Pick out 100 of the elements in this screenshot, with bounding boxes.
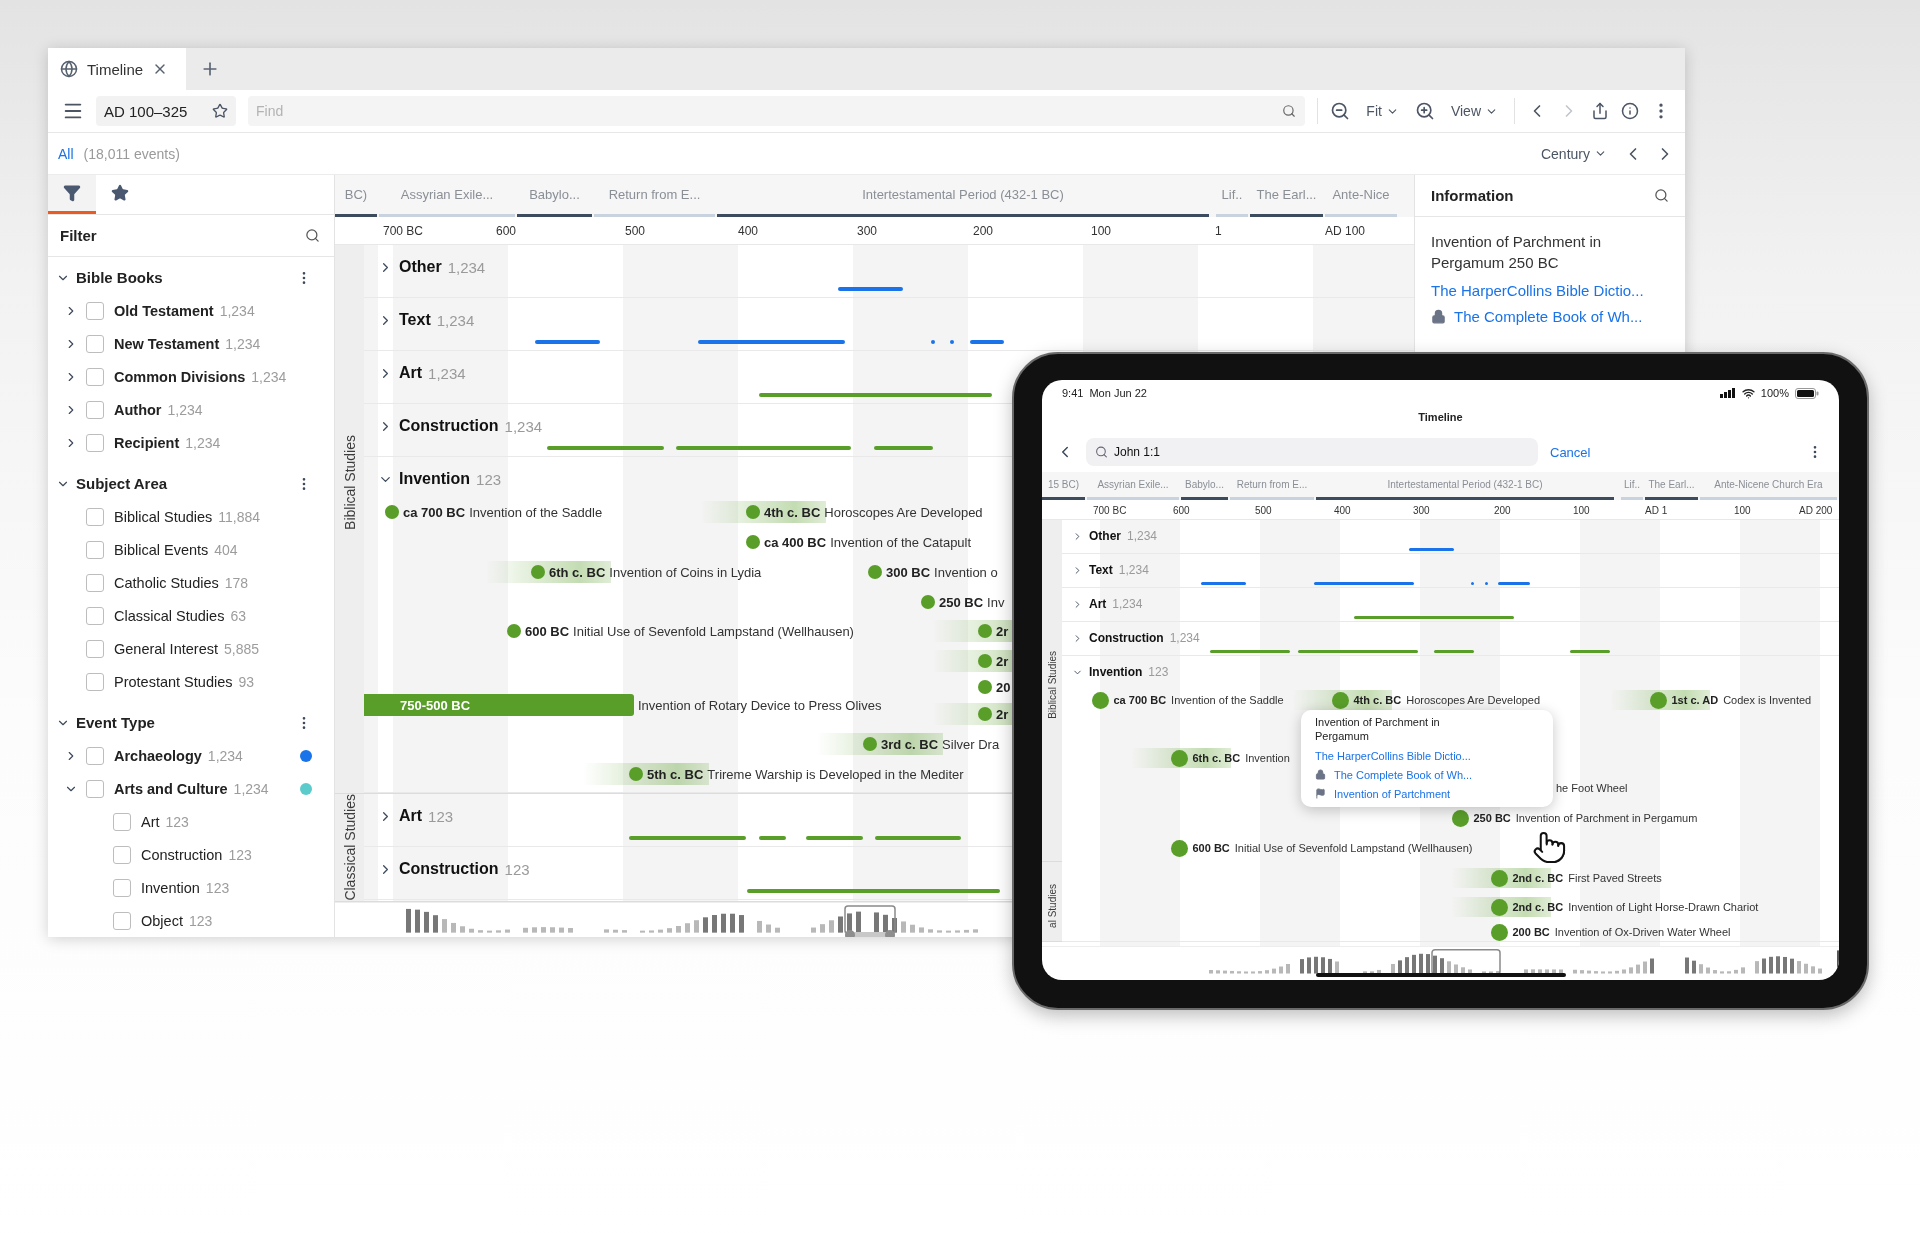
zoom-out-icon[interactable] xyxy=(1330,101,1351,121)
zoom-in-icon[interactable] xyxy=(1414,101,1435,121)
event-dot[interactable] xyxy=(746,505,760,519)
event-title: Invention of Ox-Driven Water Wheel xyxy=(1554,926,1731,938)
search-field[interactable]: John 1:1 xyxy=(1086,438,1538,466)
checkbox[interactable] xyxy=(86,334,104,353)
event-dot[interactable] xyxy=(531,565,545,579)
period-label[interactable]: Babylo... xyxy=(517,175,592,217)
date-range-button[interactable]: AD 100–325 xyxy=(96,96,236,126)
checkbox[interactable] xyxy=(113,878,131,897)
period-label[interactable]: The Earl... xyxy=(1645,472,1698,500)
event-dot[interactable] xyxy=(1170,749,1188,767)
period-label[interactable]: Intertestamental Period (432-1 BC) xyxy=(717,175,1209,217)
search-icon[interactable] xyxy=(305,228,320,243)
period-label[interactable]: Return from E... xyxy=(594,175,715,217)
reference-link[interactable]: The Complete Book of Wh... xyxy=(1315,767,1539,782)
axis-tick-label: AD 200 xyxy=(1799,504,1833,515)
checkbox[interactable] xyxy=(86,400,104,419)
checkbox[interactable] xyxy=(113,845,131,864)
checkbox[interactable] xyxy=(86,639,104,658)
event-dot[interactable] xyxy=(1490,898,1508,916)
view-dropdown[interactable]: View xyxy=(1446,103,1502,119)
period-label[interactable]: Assyrian Exile... xyxy=(379,175,515,217)
event-dot[interactable] xyxy=(978,707,992,721)
search-icon[interactable] xyxy=(1654,188,1669,203)
period-label[interactable]: Babylo... xyxy=(1181,472,1228,500)
event-dot[interactable] xyxy=(1490,923,1508,941)
reference-link[interactable]: Invention of Partchment xyxy=(1315,786,1539,801)
event-dot[interactable] xyxy=(978,680,992,694)
checkbox[interactable] xyxy=(86,573,104,592)
find-field[interactable]: Find xyxy=(248,96,1306,126)
period-label[interactable]: The Earl... xyxy=(1250,175,1323,217)
overview-histogram-drawing[interactable] xyxy=(1209,948,1839,975)
lock-icon xyxy=(1315,769,1326,780)
fit-dropdown[interactable]: Fit xyxy=(1362,103,1403,119)
axis-tick-label: 600 xyxy=(1173,504,1190,515)
checkbox[interactable] xyxy=(113,911,131,930)
event-dot[interactable] xyxy=(507,624,521,638)
period-label[interactable]: Ante-Nicene Church Era xyxy=(1700,472,1837,500)
checkbox[interactable] xyxy=(86,606,104,625)
event-dot[interactable] xyxy=(868,565,882,579)
event-dot[interactable] xyxy=(1451,809,1469,827)
window-tab[interactable]: Timeline xyxy=(48,48,186,90)
axis-tick-label: AD 100 xyxy=(1325,223,1366,238)
period-label[interactable]: Assyrian Exile... xyxy=(1087,472,1179,500)
filter-label: Classical Studies xyxy=(114,607,225,624)
event-dot[interactable] xyxy=(629,767,643,781)
period-label[interactable]: Ante-Nice xyxy=(1325,175,1397,217)
period-label[interactable]: BC) xyxy=(335,175,377,217)
event-dot[interactable] xyxy=(385,505,399,519)
status-date: Mon Jun 22 xyxy=(1089,387,1147,399)
event-dot[interactable] xyxy=(1331,691,1349,709)
info-icon[interactable] xyxy=(1621,102,1639,120)
event-dot[interactable] xyxy=(1649,691,1667,709)
period-label[interactable]: Lif.. xyxy=(1621,472,1643,500)
checkbox[interactable] xyxy=(86,433,104,452)
reference-link[interactable]: The HarperCollins Bible Dictio... xyxy=(1315,748,1539,763)
event-dot[interactable] xyxy=(863,737,877,751)
cancel-button[interactable]: Cancel xyxy=(1550,444,1591,460)
filter-label: New Testament xyxy=(114,335,220,352)
all-events-link[interactable]: All xyxy=(58,145,74,162)
category-title: Other xyxy=(1089,529,1121,543)
event-date: 6th c. BC xyxy=(549,564,606,580)
star-icon[interactable] xyxy=(212,103,228,119)
period-label[interactable]: Return from E... xyxy=(1230,472,1314,500)
checkbox[interactable] xyxy=(86,540,104,559)
status-time: 9:41 xyxy=(1062,387,1084,399)
checkbox[interactable] xyxy=(86,672,104,691)
filter-tab[interactable] xyxy=(48,175,96,215)
event-dot[interactable] xyxy=(978,654,992,668)
period-label[interactable]: Lif.. xyxy=(1216,175,1248,217)
event-title: Invention of the Catapult xyxy=(830,534,972,550)
filter-count: 1,234 xyxy=(207,747,243,764)
event-dot[interactable] xyxy=(1091,691,1109,709)
period-label[interactable]: 15 BC) xyxy=(1042,472,1085,500)
filter-count: 1,234 xyxy=(185,434,221,451)
scale-dropdown[interactable]: Century xyxy=(1536,145,1611,162)
event-dot[interactable] xyxy=(921,595,935,609)
checkbox[interactable] xyxy=(86,301,104,320)
event-date: 300 BC xyxy=(886,564,931,580)
event-title: Invention of the Saddle xyxy=(469,504,603,520)
event-dot[interactable] xyxy=(1170,839,1188,857)
checkbox[interactable] xyxy=(113,812,131,831)
event-dot[interactable] xyxy=(746,535,760,549)
filter-label: Art xyxy=(141,813,160,830)
axis-tick-label: 600 xyxy=(496,223,517,238)
event-dot[interactable] xyxy=(1490,869,1508,887)
checkbox[interactable] xyxy=(86,367,104,386)
checkbox[interactable] xyxy=(86,507,104,526)
reference-link[interactable]: The Complete Book of Wh... xyxy=(1431,308,1669,325)
event-dot[interactable] xyxy=(978,624,992,638)
checkbox[interactable] xyxy=(86,779,104,798)
filter-count: 1,234 xyxy=(219,302,255,319)
share-icon[interactable] xyxy=(1591,102,1609,120)
checkbox[interactable] xyxy=(86,746,104,765)
reference-link[interactable]: The HarperCollins Bible Dictio... xyxy=(1431,282,1669,299)
battery-percent: 100% xyxy=(1760,387,1789,399)
period-label[interactable]: Intertestamental Period (432-1 BC) xyxy=(1316,472,1614,500)
event-date: ca 700 BC xyxy=(1113,694,1167,706)
event-span-bar[interactable]: 750-500 BC xyxy=(364,694,634,716)
